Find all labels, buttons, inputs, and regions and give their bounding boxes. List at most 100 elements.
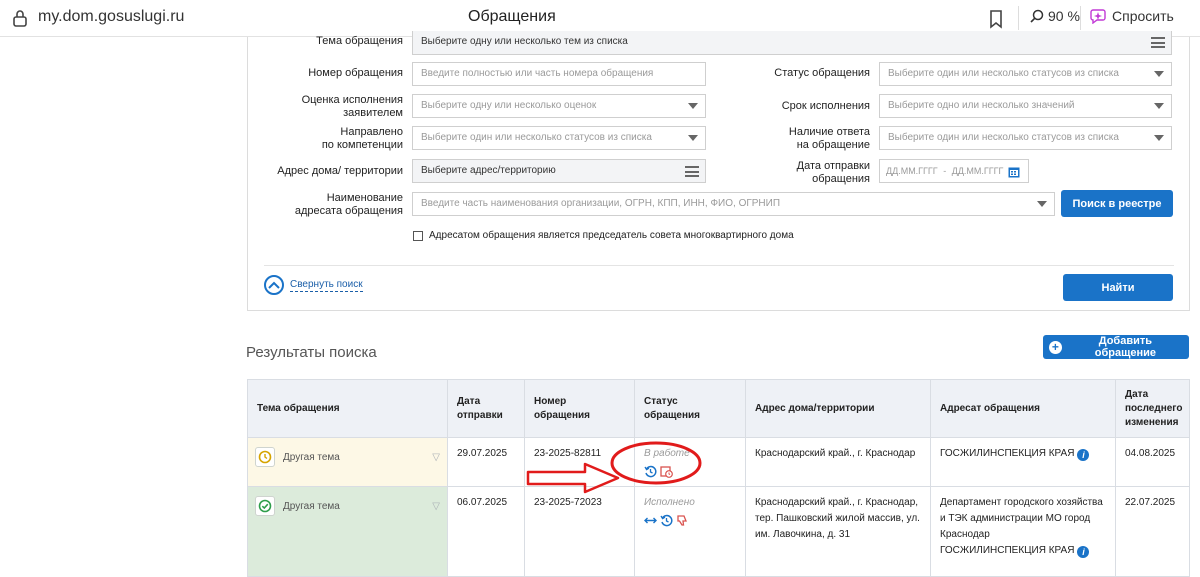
sent-date-label: Дата отправки обращения bbox=[728, 160, 870, 186]
check-circle-icon bbox=[255, 496, 275, 516]
status-cell: В работе bbox=[634, 437, 746, 487]
number-placeholder: Введите полностью или часть номера обращ… bbox=[421, 68, 654, 79]
number-label: Номер обращения bbox=[308, 67, 403, 79]
sent-date-cell: 29.07.2025 bbox=[447, 437, 525, 487]
number-input[interactable]: Введите полностью или часть номера обращ… bbox=[412, 62, 706, 86]
addressee-cell: ГОСЖИЛИНСПЕКЦИЯ КРАЯ i bbox=[930, 437, 1116, 487]
number-cell[interactable]: 23-2025-82811 bbox=[524, 437, 635, 487]
status-text: Исполнено bbox=[644, 497, 695, 508]
topic-select-value: Выберите одну или несколько тем из списк… bbox=[421, 36, 628, 47]
addressee-text-2: ГОСЖИЛИНСПЕКЦИЯ КРАЯ bbox=[940, 545, 1075, 556]
addressee-input[interactable]: Введите часть наименования организации, … bbox=[412, 192, 1055, 216]
date-range-input[interactable]: ДД.ММ.ГГГГ - ДД.ММ.ГГГГ bbox=[879, 159, 1029, 183]
topic: Другая тема ▽ bbox=[255, 496, 440, 516]
find-button[interactable]: Найти bbox=[1063, 274, 1173, 301]
status-icons bbox=[644, 514, 736, 527]
date-from-placeholder[interactable]: ДД.ММ.ГГГГ bbox=[886, 166, 938, 176]
topic-select[interactable]: Выберите одну или несколько тем из списк… bbox=[412, 31, 1172, 55]
addressee-cell: Департамент городского хозяйства и ТЭК а… bbox=[930, 486, 1116, 577]
chairman-checkbox[interactable] bbox=[413, 231, 423, 241]
topic-label: Тема обращения bbox=[316, 35, 403, 47]
chevron-down-icon bbox=[688, 135, 698, 141]
calendar-icon[interactable] bbox=[1008, 166, 1020, 178]
column-header[interactable]: Адресат обращения bbox=[930, 379, 1116, 438]
deadline-select[interactable]: Выберите одно или несколько значений bbox=[879, 94, 1172, 118]
table-row[interactable]: Другая тема ▽ 06.07.2025 23-2025-72023 И… bbox=[247, 486, 1190, 577]
column-header[interactable]: Статус обращения bbox=[634, 379, 746, 438]
changed-date-cell: 04.08.2025 bbox=[1115, 437, 1190, 487]
thumbs-down-icon[interactable] bbox=[676, 514, 689, 527]
status-cell: Исполнено bbox=[634, 486, 746, 577]
add-request-button[interactable]: + Добавить обращение bbox=[1043, 335, 1189, 359]
answer-select[interactable]: Выберите один или несколько статусов из … bbox=[879, 126, 1172, 150]
redirected-label: Направлено по компетенции bbox=[268, 126, 403, 152]
redirected-select[interactable]: Выберите один или несколько статусов из … bbox=[412, 126, 706, 150]
zoom-indicator[interactable]: 90 % bbox=[1030, 8, 1080, 24]
chevron-down-icon bbox=[1154, 71, 1164, 77]
ask-button[interactable]: Спросить bbox=[1090, 8, 1174, 24]
answer-label-line2: на обращение bbox=[796, 139, 870, 151]
history-icon[interactable] bbox=[644, 465, 657, 478]
info-icon[interactable]: i bbox=[1077, 546, 1090, 558]
plus-icon: + bbox=[1049, 340, 1062, 354]
topic-cell[interactable]: Другая тема ▽ bbox=[247, 437, 448, 487]
search-form: Тема обращения Выберите одну или несколь… bbox=[247, 31, 1190, 311]
list-icon[interactable] bbox=[1151, 37, 1165, 48]
status-icons bbox=[644, 465, 736, 478]
column-header[interactable]: Номер обращения bbox=[524, 379, 635, 438]
number-cell[interactable]: 23-2025-72023 bbox=[524, 486, 635, 577]
chevron-down-icon bbox=[1154, 103, 1164, 109]
address-select-value: Выберите адрес/территорию bbox=[421, 165, 556, 176]
status-placeholder: Выберите один или несколько статусов из … bbox=[888, 68, 1119, 79]
answer-placeholder: Выберите один или несколько статусов из … bbox=[888, 132, 1119, 143]
info-icon[interactable]: i bbox=[1077, 449, 1090, 461]
addressee-label-line2: адресата обращения bbox=[294, 205, 403, 217]
chairman-checkbox-label[interactable]: Адресатом обращения является председател… bbox=[429, 230, 794, 241]
column-header[interactable]: Тема обращения bbox=[247, 379, 448, 438]
address-select[interactable]: Выберите адрес/территорию bbox=[412, 159, 706, 183]
column-header[interactable]: Дата отправки bbox=[447, 379, 525, 438]
table-row[interactable]: Другая тема ▽ 29.07.2025 23-2025-82811 В… bbox=[247, 437, 1190, 487]
registry-search-button[interactable]: Поиск в реестре bbox=[1061, 190, 1173, 217]
results-table: Тема обращения Дата отправки Номер обращ… bbox=[247, 379, 1190, 577]
chevron-double-down-icon[interactable]: ▽ bbox=[432, 499, 440, 515]
history-icon[interactable] bbox=[660, 514, 673, 527]
list-icon[interactable] bbox=[685, 166, 699, 177]
column-header[interactable]: Дата последнего изменения bbox=[1115, 379, 1190, 438]
collapse-search-label[interactable]: Свернуть поиск bbox=[290, 279, 363, 292]
rating-label-line1: Оценка исполнения bbox=[301, 94, 403, 106]
changed-date-cell: 22.07.2025 bbox=[1115, 486, 1190, 577]
date-to-placeholder[interactable]: ДД.ММ.ГГГГ bbox=[952, 166, 1004, 176]
status-text: В работе bbox=[644, 448, 690, 459]
deadline-placeholder: Выберите одно или несколько значений bbox=[888, 100, 1075, 111]
answer-label: Наличие ответа на обращение bbox=[728, 126, 870, 152]
chevron-up-icon[interactable] bbox=[264, 275, 284, 295]
lock-icon bbox=[13, 10, 27, 27]
status-select[interactable]: Выберите один или несколько статусов из … bbox=[879, 62, 1172, 86]
page-title: Обращения bbox=[468, 8, 556, 25]
address-label: Адрес дома/ территории bbox=[277, 165, 403, 177]
ask-ai-icon bbox=[1090, 9, 1106, 24]
topic-cell[interactable]: Другая тема ▽ bbox=[247, 486, 448, 577]
chevron-double-down-icon[interactable]: ▽ bbox=[432, 450, 440, 466]
calendar-clock-icon[interactable] bbox=[660, 465, 673, 478]
toolbar-separator bbox=[1018, 6, 1019, 30]
collapse-search-link[interactable]: Свернуть поиск bbox=[264, 275, 363, 295]
redirected-placeholder: Выберите один или несколько статусов из … bbox=[421, 132, 652, 143]
clock-icon bbox=[255, 447, 275, 467]
address-cell: Краснодарский край., г. Краснодар, тер. … bbox=[745, 486, 931, 577]
address-bar-url[interactable]: my.dom.gosuslugi.ru bbox=[38, 8, 184, 26]
sent-date-label-line1: Дата отправки bbox=[796, 160, 870, 172]
addressee-text: Департамент городского хозяйства и ТЭК а… bbox=[940, 497, 1103, 540]
column-header[interactable]: Адрес дома/территории bbox=[745, 379, 931, 438]
rating-select[interactable]: Выберите одну или несколько оценок bbox=[412, 94, 706, 118]
add-request-label: Добавить обращение bbox=[1094, 335, 1156, 359]
chevron-down-icon bbox=[1154, 135, 1164, 141]
bookmark-icon[interactable] bbox=[988, 9, 1004, 29]
sent-date-label-line2: обращения bbox=[812, 173, 870, 185]
answer-label-line1: Наличие ответа bbox=[788, 126, 870, 138]
topic-text: Другая тема bbox=[283, 452, 340, 463]
redirected-label-line2: по компетенции bbox=[321, 139, 403, 151]
arrows-horizontal-icon[interactable] bbox=[644, 514, 657, 527]
zoom-value: 90 % bbox=[1048, 8, 1080, 24]
